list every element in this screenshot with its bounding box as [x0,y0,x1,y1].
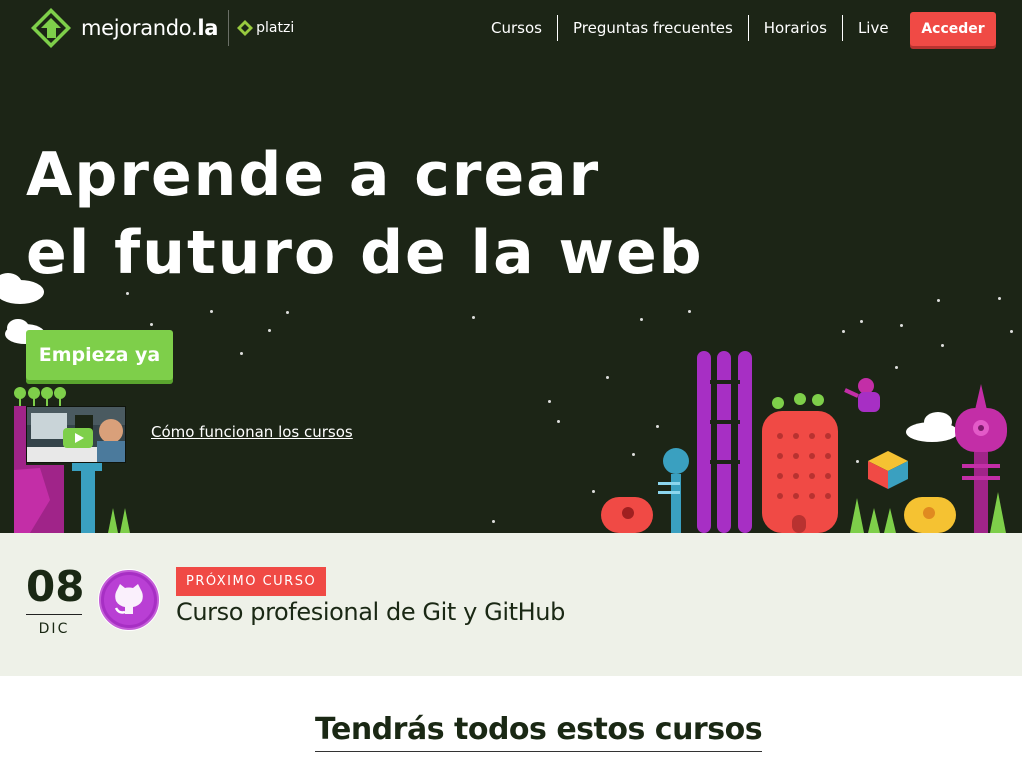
date-divider [26,614,82,615]
brand-name: mejorando.la [81,16,219,40]
headline-line-1: Aprende a crear [26,140,601,210]
nav-live[interactable]: Live [843,15,904,41]
courses-section-title: Tendrás todos estos cursos [315,712,763,752]
brand-divider [228,10,230,46]
course-date-month: DIC [38,621,70,637]
brand-logo[interactable]: mejorando.la platzi [30,7,294,49]
login-button[interactable]: Acceder [910,12,996,46]
video-thumbnail[interactable] [26,406,126,463]
hero-section: mejorando.la platzi Cursos Preguntas fre… [0,0,1022,533]
main-nav: Cursos Preguntas frecuentes Horarios Liv… [476,14,904,42]
platzi-icon [237,20,254,36]
start-now-button[interactable]: Empieza ya [26,330,173,380]
hero-headline: Aprende a crear el futuro de la web [26,136,704,292]
next-course-badge: PRÓXIMO CURSO [176,567,327,596]
partner-logo: platzi [237,20,294,36]
headline-line-2: el futuro de la web [26,218,704,288]
next-course-title[interactable]: Curso profesional de Git y GitHub [176,598,565,626]
github-icon[interactable] [97,568,161,632]
logo-icon [31,8,71,48]
how-courses-work-link[interactable]: Cómo funcionan los cursos [151,423,353,441]
play-icon [63,428,93,448]
nav-horarios[interactable]: Horarios [749,15,842,41]
nav-preguntas-frecuentes[interactable]: Preguntas frecuentes [558,15,748,41]
nav-cursos[interactable]: Cursos [476,15,557,41]
course-date-day: 08 [26,562,85,611]
